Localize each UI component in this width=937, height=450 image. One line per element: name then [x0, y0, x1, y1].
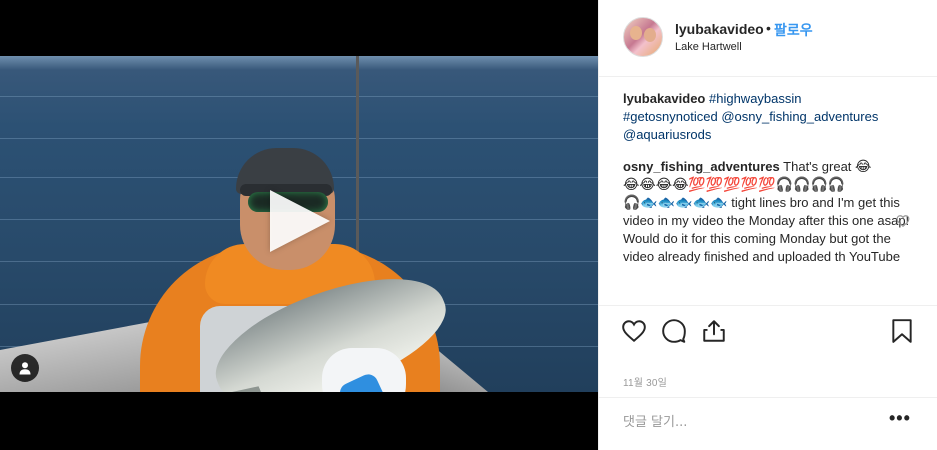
- instagram-post-modal: lyubakavideo • 팔로우 Lake Hartwell lyubaka…: [0, 0, 937, 450]
- comment-emojis: 😂😂😂😂💯💯💯💯💯🎧🎧🎧🎧: [623, 177, 846, 193]
- play-icon[interactable]: [270, 190, 330, 252]
- comments-list: lyubakavideo #highwaybassin #getosnynoti…: [623, 90, 913, 266]
- comment-author-link[interactable]: osny_fishing_adventures: [623, 159, 780, 174]
- hashtag-link[interactable]: #highwaybassin: [709, 91, 802, 106]
- more-options-icon[interactable]: •••: [889, 408, 911, 429]
- comment-emojis: 🎧🐟🐟🐟🐟🐟: [623, 195, 728, 211]
- glove-image: [322, 348, 406, 392]
- comment-icon[interactable]: [661, 318, 687, 344]
- follow-button[interactable]: 팔로우: [774, 20, 813, 40]
- hashtag-link[interactable]: #getosnynoticed: [623, 109, 718, 124]
- mention-link[interactable]: @osny_fishing_adventures: [721, 109, 878, 124]
- media-area: [0, 0, 598, 450]
- heart-small-icon[interactable]: [896, 214, 910, 228]
- location-link[interactable]: Lake Hartwell: [675, 41, 742, 53]
- heart-icon[interactable]: [621, 318, 647, 344]
- post-header: lyubakavideo • 팔로우 Lake Hartwell: [599, 0, 937, 77]
- user-tag-icon[interactable]: [11, 354, 39, 382]
- caption-author-link[interactable]: lyubakavideo: [623, 91, 705, 106]
- comment-text: That's great: [783, 159, 852, 174]
- caption: lyubakavideo #highwaybassin #getosnynoti…: [623, 90, 913, 144]
- share-icon[interactable]: [701, 318, 727, 344]
- bookmark-icon[interactable]: [889, 318, 915, 344]
- add-comment-section: •••: [599, 397, 937, 450]
- mention-link[interactable]: @aquariusrods: [623, 127, 711, 142]
- post-side-panel: lyubakavideo • 팔로우 Lake Hartwell lyubaka…: [598, 0, 937, 450]
- fishing-rod-image: [356, 56, 359, 256]
- post-actions: [599, 305, 937, 355]
- comment-input[interactable]: [623, 410, 863, 434]
- comment-item: osny_fishing_adventures That's great 😂 😂…: [623, 158, 913, 266]
- post-date[interactable]: 11월 30일: [623, 374, 667, 389]
- username-link[interactable]: lyubakavideo: [675, 21, 764, 37]
- comment-emojis: 😂: [855, 159, 872, 175]
- avatar[interactable]: [623, 17, 663, 57]
- follow-separator: •: [766, 20, 771, 36]
